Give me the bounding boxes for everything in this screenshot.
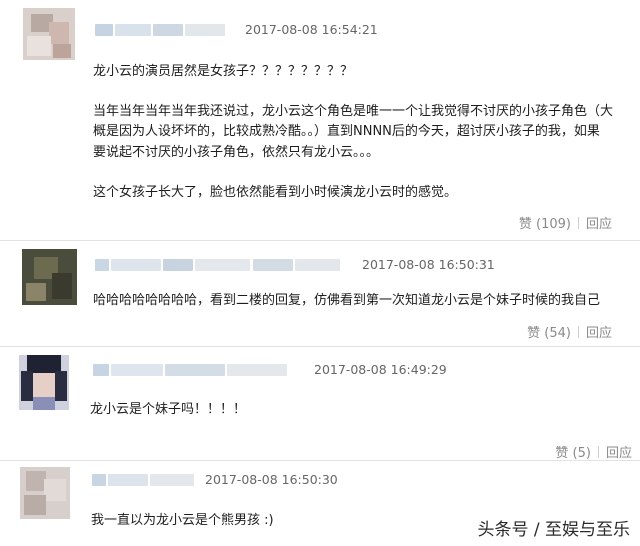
like-button[interactable]: 赞 (5) [555, 446, 591, 461]
comment-text-line: 这个女孩子长大了，脸也依然能看到小时候演龙小云时的感觉。 [93, 185, 458, 200]
action-divider [577, 217, 579, 229]
comment-text-line: 我一直以为龙小云是个熊男孩 :) [91, 513, 274, 528]
comment-text-line: 哈哈哈哈哈哈哈哈，看到二楼的回复，仿佛看到第一次知道龙小云是个妹子时候的我自己 [93, 293, 601, 308]
avatar[interactable] [23, 8, 75, 60]
comment-timestamp: 2017-08-08 16:54:21 [245, 22, 378, 37]
comment-actions: 赞 (109) 回应 [519, 213, 612, 232]
avatar[interactable] [22, 249, 77, 305]
comment-timestamp: 2017-08-08 16:50:31 [362, 257, 495, 272]
reply-button[interactable]: 回应 [606, 446, 632, 461]
username-blurred[interactable] [93, 360, 303, 380]
username-blurred[interactable] [95, 20, 240, 40]
comment-actions: 赞 (54) 回应 [527, 322, 612, 341]
comment-text-line: 概是因为人设坏坏的，比较成熟冷酷。。）直到NNNN后的今天，超讨厌小孩子的我，如… [93, 124, 600, 139]
comment-text-line: 龙小云的演员居然是女孩子？？？？？？？？ [93, 64, 354, 79]
comment-text-line: 要说起不讨厌的小孩子角色，依然只有龙小云。。。 [93, 145, 380, 160]
comment-text-line: 龙小云是个妹子吗！！！！ [90, 402, 247, 417]
comment-3: 2017-08-08 16:49:29 龙小云是个妹子吗！！！！ 赞 (5) 回应 [0, 347, 640, 461]
action-divider [577, 326, 579, 338]
comment-timestamp: 2017-08-08 16:50:30 [205, 472, 338, 487]
comment-timestamp: 2017-08-08 16:49:29 [314, 362, 447, 377]
like-button[interactable]: 赞 (109) [519, 217, 571, 232]
comment-actions: 赞 (5) 回应 [555, 442, 632, 461]
reply-button[interactable]: 回应 [586, 326, 612, 341]
source-watermark: 头条号 / 至娱与至乐 [477, 520, 630, 540]
comment-text-line: 当年当年当年当年我还说过，龙小云这个角色是唯一一个让我觉得不讨厌的小孩子角色（大 [93, 104, 614, 119]
avatar[interactable] [20, 467, 70, 519]
like-button[interactable]: 赞 (54) [527, 326, 571, 341]
comment-2: 2017-08-08 16:50:31 哈哈哈哈哈哈哈哈，看到二楼的回复，仿佛看… [0, 241, 640, 346]
action-divider [597, 446, 599, 458]
username-blurred[interactable] [95, 255, 350, 275]
username-blurred[interactable] [92, 470, 200, 490]
avatar[interactable] [19, 355, 69, 410]
comment-1: 2017-08-08 16:54:21 龙小云的演员居然是女孩子？？？？？？？？… [0, 0, 640, 240]
reply-button[interactable]: 回应 [586, 217, 612, 232]
